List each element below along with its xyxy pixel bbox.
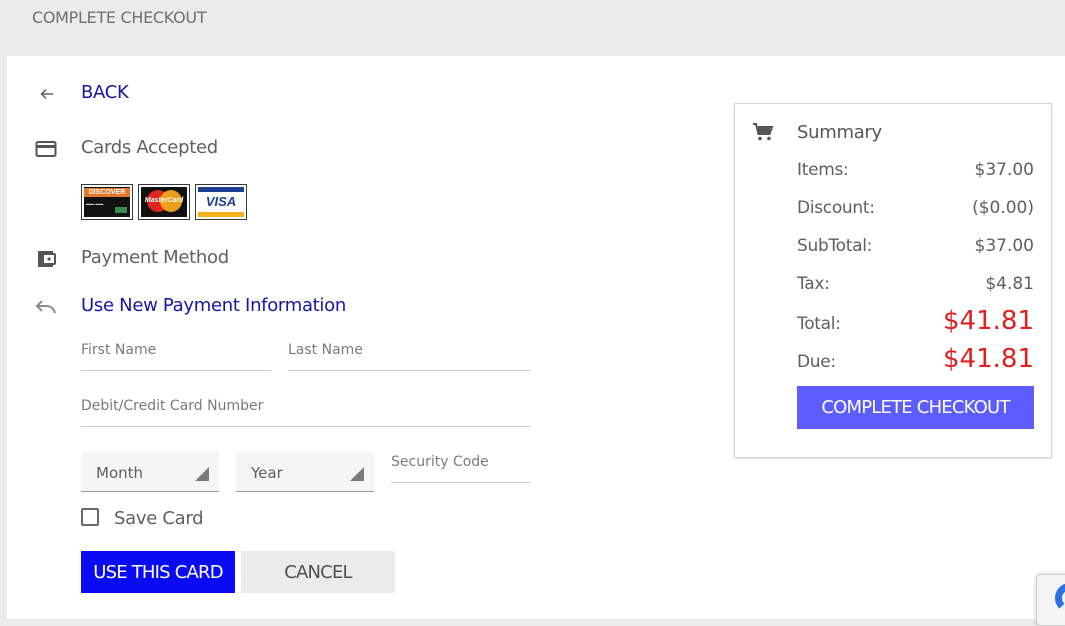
security-code-field[interactable]: Security Code (391, 448, 530, 483)
discover-card-logo: DISCOVER ▬▬ ▬▬ (81, 184, 133, 220)
credit-card-icon (34, 137, 58, 161)
discount-label: Discount: (797, 198, 875, 218)
discover-stripe (115, 207, 127, 213)
accepted-cards: DISCOVER ▬▬ ▬▬ MasterCard VISA (81, 184, 247, 220)
undo-icon[interactable] (34, 295, 58, 319)
year-select[interactable]: Year (236, 452, 374, 492)
subtotal-value: $37.00 (974, 236, 1034, 256)
tax-label: Tax: (797, 274, 830, 294)
total-label: Total: (797, 314, 841, 334)
top-bar: COMPLETE CHECKOUT (0, 0, 1065, 56)
last-name-field[interactable]: Last Name (288, 336, 530, 371)
wallet-icon (34, 247, 58, 271)
summary-title: Summary (797, 122, 882, 143)
payment-method-label: Payment Method (81, 247, 229, 268)
discount-row: Discount: ($0.00) (797, 198, 1034, 218)
tax-row: Tax: $4.81 (797, 274, 1034, 294)
mastercard-logo: MasterCard (138, 184, 190, 220)
discover-decoration: ▬▬ ▬▬ (86, 201, 104, 206)
recaptcha-logo-icon (1055, 583, 1065, 613)
total-value: $41.81 (943, 306, 1034, 336)
use-new-payment-link[interactable]: Use New Payment Information (81, 295, 346, 316)
discount-value: ($0.00) (972, 198, 1034, 218)
cancel-button[interactable]: CANCEL (241, 551, 395, 593)
first-name-placeholder: First Name (81, 342, 157, 358)
mastercard-label: MasterCard (144, 197, 184, 204)
save-card-checkbox[interactable] (81, 508, 99, 526)
save-card-label[interactable]: Save Card (114, 508, 204, 529)
last-name-placeholder: Last Name (288, 342, 363, 358)
items-label: Items: (797, 160, 849, 180)
visa-logo: VISA (195, 184, 247, 220)
use-this-card-button[interactable]: USE THIS CARD (81, 551, 235, 593)
complete-checkout-button[interactable]: COMPLETE CHECKOUT (797, 386, 1034, 429)
tax-value: $4.81 (985, 274, 1034, 294)
summary-card: Summary Items: $37.00 Discount: ($0.00) … (734, 103, 1052, 458)
subtotal-row: SubTotal: $37.00 (797, 236, 1034, 256)
subtotal-label: SubTotal: (797, 236, 873, 256)
due-value: $41.81 (943, 344, 1034, 374)
due-row: Due: $41.81 (797, 344, 1034, 374)
recaptcha-badge[interactable] (1036, 574, 1065, 626)
security-code-placeholder: Security Code (391, 454, 489, 470)
discover-label: DISCOVER (84, 188, 130, 197)
cart-icon (751, 120, 775, 144)
dropdown-arrow-icon (350, 467, 364, 481)
first-name-field[interactable]: First Name (81, 336, 271, 371)
total-row: Total: $41.81 (797, 306, 1034, 336)
back-link[interactable]: BACK (81, 82, 129, 103)
page-title: COMPLETE CHECKOUT (32, 8, 207, 27)
items-value: $37.00 (974, 160, 1034, 180)
visa-label: VISA (205, 194, 237, 209)
year-value: Year (251, 464, 283, 482)
month-select[interactable]: Month (81, 452, 219, 492)
arrow-left-icon[interactable] (35, 82, 59, 106)
left-gutter (0, 56, 7, 619)
dropdown-arrow-icon (195, 467, 209, 481)
cards-accepted-label: Cards Accepted (81, 137, 218, 158)
card-number-field[interactable]: Debit/Credit Card Number (81, 392, 530, 427)
due-label: Due: (797, 352, 836, 372)
items-row: Items: $37.00 (797, 160, 1034, 180)
month-value: Month (96, 464, 144, 482)
card-number-placeholder: Debit/Credit Card Number (81, 398, 264, 414)
